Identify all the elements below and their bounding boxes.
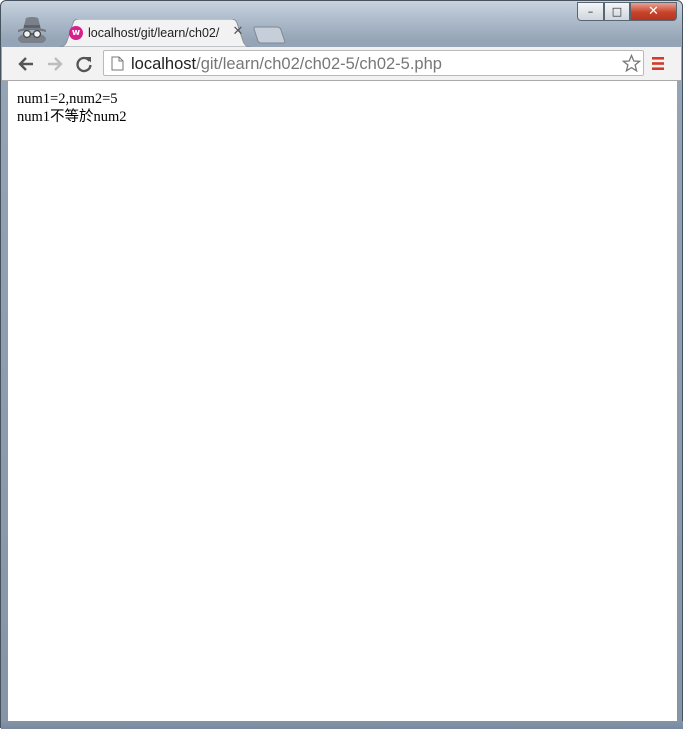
url-host: localhost xyxy=(131,55,197,73)
reload-button[interactable] xyxy=(71,51,97,77)
back-button[interactable] xyxy=(13,51,39,77)
tab-title: localhost/git/learn/ch02/ xyxy=(88,26,220,40)
menu-icon[interactable] xyxy=(648,54,668,74)
back-icon xyxy=(18,57,33,71)
browser-window: w localhost/git/learn/ch02/ ✕ – □ ✕ loca… xyxy=(0,0,683,729)
reload-icon xyxy=(76,56,92,73)
browser-toolbar: localhost/git/learn/ch02/ch02-5/ch02-5.p… xyxy=(2,47,681,81)
url-text: localhost/git/learn/ch02/ch02-5/ch02-5.p… xyxy=(131,54,442,74)
output-line-comparison: num1不等於num2 xyxy=(17,109,127,125)
bookmark-star-icon[interactable] xyxy=(622,54,641,73)
address-bar[interactable]: localhost/git/learn/ch02/ch02-5/ch02-5.p… xyxy=(103,50,644,76)
new-tab-button[interactable] xyxy=(253,26,287,44)
forward-button[interactable] xyxy=(42,51,68,77)
page-content: num1=2,num2=5 num1不等於num2 xyxy=(8,81,677,721)
title-bar: w localhost/git/learn/ch02/ ✕ – □ ✕ xyxy=(1,1,682,47)
forward-icon xyxy=(48,57,63,71)
incognito-icon xyxy=(15,15,49,45)
tab-close-icon[interactable]: ✕ xyxy=(231,25,245,39)
tab-active[interactable]: w localhost/git/learn/ch02/ ✕ xyxy=(59,19,251,47)
page-icon xyxy=(111,56,124,71)
maximize-button[interactable]: □ xyxy=(604,2,630,21)
url-path: /git/learn/ch02/ch02-5/ch02-5.php xyxy=(196,55,442,73)
output-line-values: num1=2,num2=5 xyxy=(17,91,118,107)
close-window-button[interactable]: ✕ xyxy=(630,2,677,21)
favicon-icon: w xyxy=(69,26,83,40)
minimize-button[interactable]: – xyxy=(577,2,604,21)
